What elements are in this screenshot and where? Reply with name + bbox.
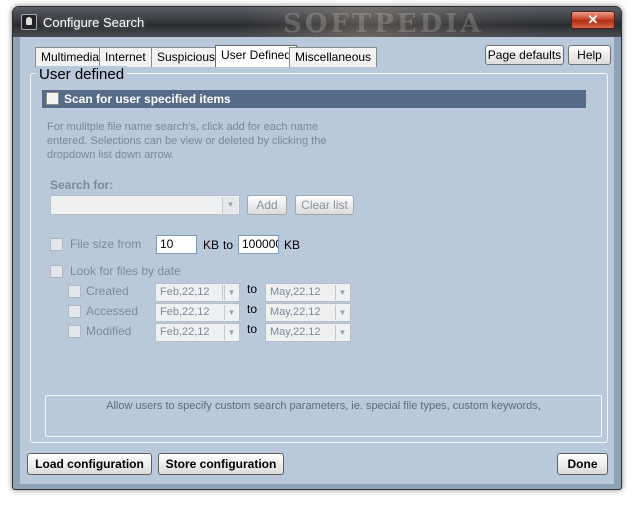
- date-divider: [222, 285, 223, 300]
- chevron-down-icon[interactable]: ▼: [335, 325, 349, 340]
- watermark: SOFTPEDIA: [283, 9, 484, 37]
- group-title: User defined: [36, 66, 128, 83]
- file-size-to-input[interactable]: 100000: [238, 235, 279, 254]
- modified-label: Modified: [86, 324, 132, 338]
- tab-user-defined[interactable]: User Defined: [215, 45, 298, 67]
- modified-checkbox[interactable]: [68, 325, 81, 338]
- chevron-down-icon[interactable]: ▼: [224, 325, 238, 340]
- modified-to-label: to: [247, 322, 258, 336]
- clear-list-button[interactable]: Clear list: [295, 195, 354, 215]
- tab-multimedia[interactable]: Multimedia: [35, 47, 106, 67]
- modified-from-value: Feb,22,12: [160, 326, 210, 338]
- search-for-label: Search for:: [50, 178, 114, 192]
- store-configuration-button[interactable]: Store configuration: [158, 453, 284, 475]
- accessed-from-value: Feb,22,12: [160, 306, 210, 318]
- client-area: Multimedia Internet Suspicious User Defi…: [20, 37, 614, 484]
- created-from-value: Feb,22,12: [160, 286, 210, 298]
- modified-to-value: May,22,12: [270, 326, 321, 338]
- accessed-to-value: May,22,12: [270, 306, 321, 318]
- tab-internet[interactable]: Internet: [99, 47, 152, 67]
- created-from-date[interactable]: Feb,22,12 ▼: [155, 283, 240, 302]
- created-label: Created: [86, 284, 129, 298]
- scan-label: Scan for user specified items: [64, 92, 231, 106]
- file-size-unit-to: KB: [284, 238, 301, 252]
- chevron-down-icon[interactable]: ▼: [224, 285, 238, 300]
- accessed-to-label: to: [247, 302, 258, 316]
- file-size-from-input[interactable]: 10: [156, 235, 197, 254]
- file-size-unit-from: KB: [203, 238, 220, 252]
- help-text: For mulitple file name search's, click a…: [47, 121, 327, 161]
- add-button[interactable]: Add: [247, 195, 287, 215]
- description-box: Allow users to specify custom search par…: [45, 395, 602, 437]
- by-date-checkbox[interactable]: [50, 265, 63, 278]
- description-text: Allow users to specify custom search par…: [106, 400, 541, 412]
- file-size-to-label: to: [223, 238, 234, 252]
- created-checkbox[interactable]: [68, 285, 81, 298]
- accessed-label: Accessed: [86, 304, 139, 318]
- window-title: Configure Search: [43, 15, 145, 30]
- page-defaults-button[interactable]: Page defaults: [485, 45, 564, 65]
- created-to-date[interactable]: May,22,12 ▼: [265, 283, 351, 302]
- scan-checkbox[interactable]: [46, 92, 59, 105]
- app-icon: [21, 14, 37, 30]
- close-button[interactable]: ✕: [571, 11, 615, 29]
- tab-miscellaneous[interactable]: Miscellaneous: [289, 47, 378, 67]
- configure-search-window: SOFTPEDIA Configure Search ✕ Multimedia …: [12, 6, 622, 490]
- created-to-label: to: [247, 282, 258, 296]
- modified-from-date[interactable]: Feb,22,12 ▼: [155, 323, 240, 342]
- file-size-checkbox[interactable]: [50, 238, 63, 251]
- modified-to-date[interactable]: May,22,12 ▼: [265, 323, 351, 342]
- chevron-down-icon[interactable]: ▼: [222, 197, 238, 213]
- done-button[interactable]: Done: [557, 453, 608, 475]
- tab-suspicious[interactable]: Suspicious: [151, 47, 222, 67]
- accessed-to-date[interactable]: May,22,12 ▼: [265, 303, 351, 322]
- chevron-down-icon[interactable]: ▼: [335, 305, 349, 320]
- chevron-down-icon[interactable]: ▼: [335, 285, 349, 300]
- title-bar[interactable]: SOFTPEDIA Configure Search ✕: [13, 7, 621, 37]
- search-for-combo[interactable]: ▼: [50, 195, 240, 215]
- accessed-from-date[interactable]: Feb,22,12 ▼: [155, 303, 240, 322]
- load-configuration-button[interactable]: Load configuration: [27, 453, 152, 475]
- by-date-label: Look for files by date: [70, 264, 181, 278]
- chevron-down-icon[interactable]: ▼: [224, 305, 238, 320]
- help-button[interactable]: Help: [568, 45, 611, 65]
- file-size-label: File size from: [70, 237, 142, 251]
- created-to-value: May,22,12: [270, 286, 321, 298]
- accessed-checkbox[interactable]: [68, 305, 81, 318]
